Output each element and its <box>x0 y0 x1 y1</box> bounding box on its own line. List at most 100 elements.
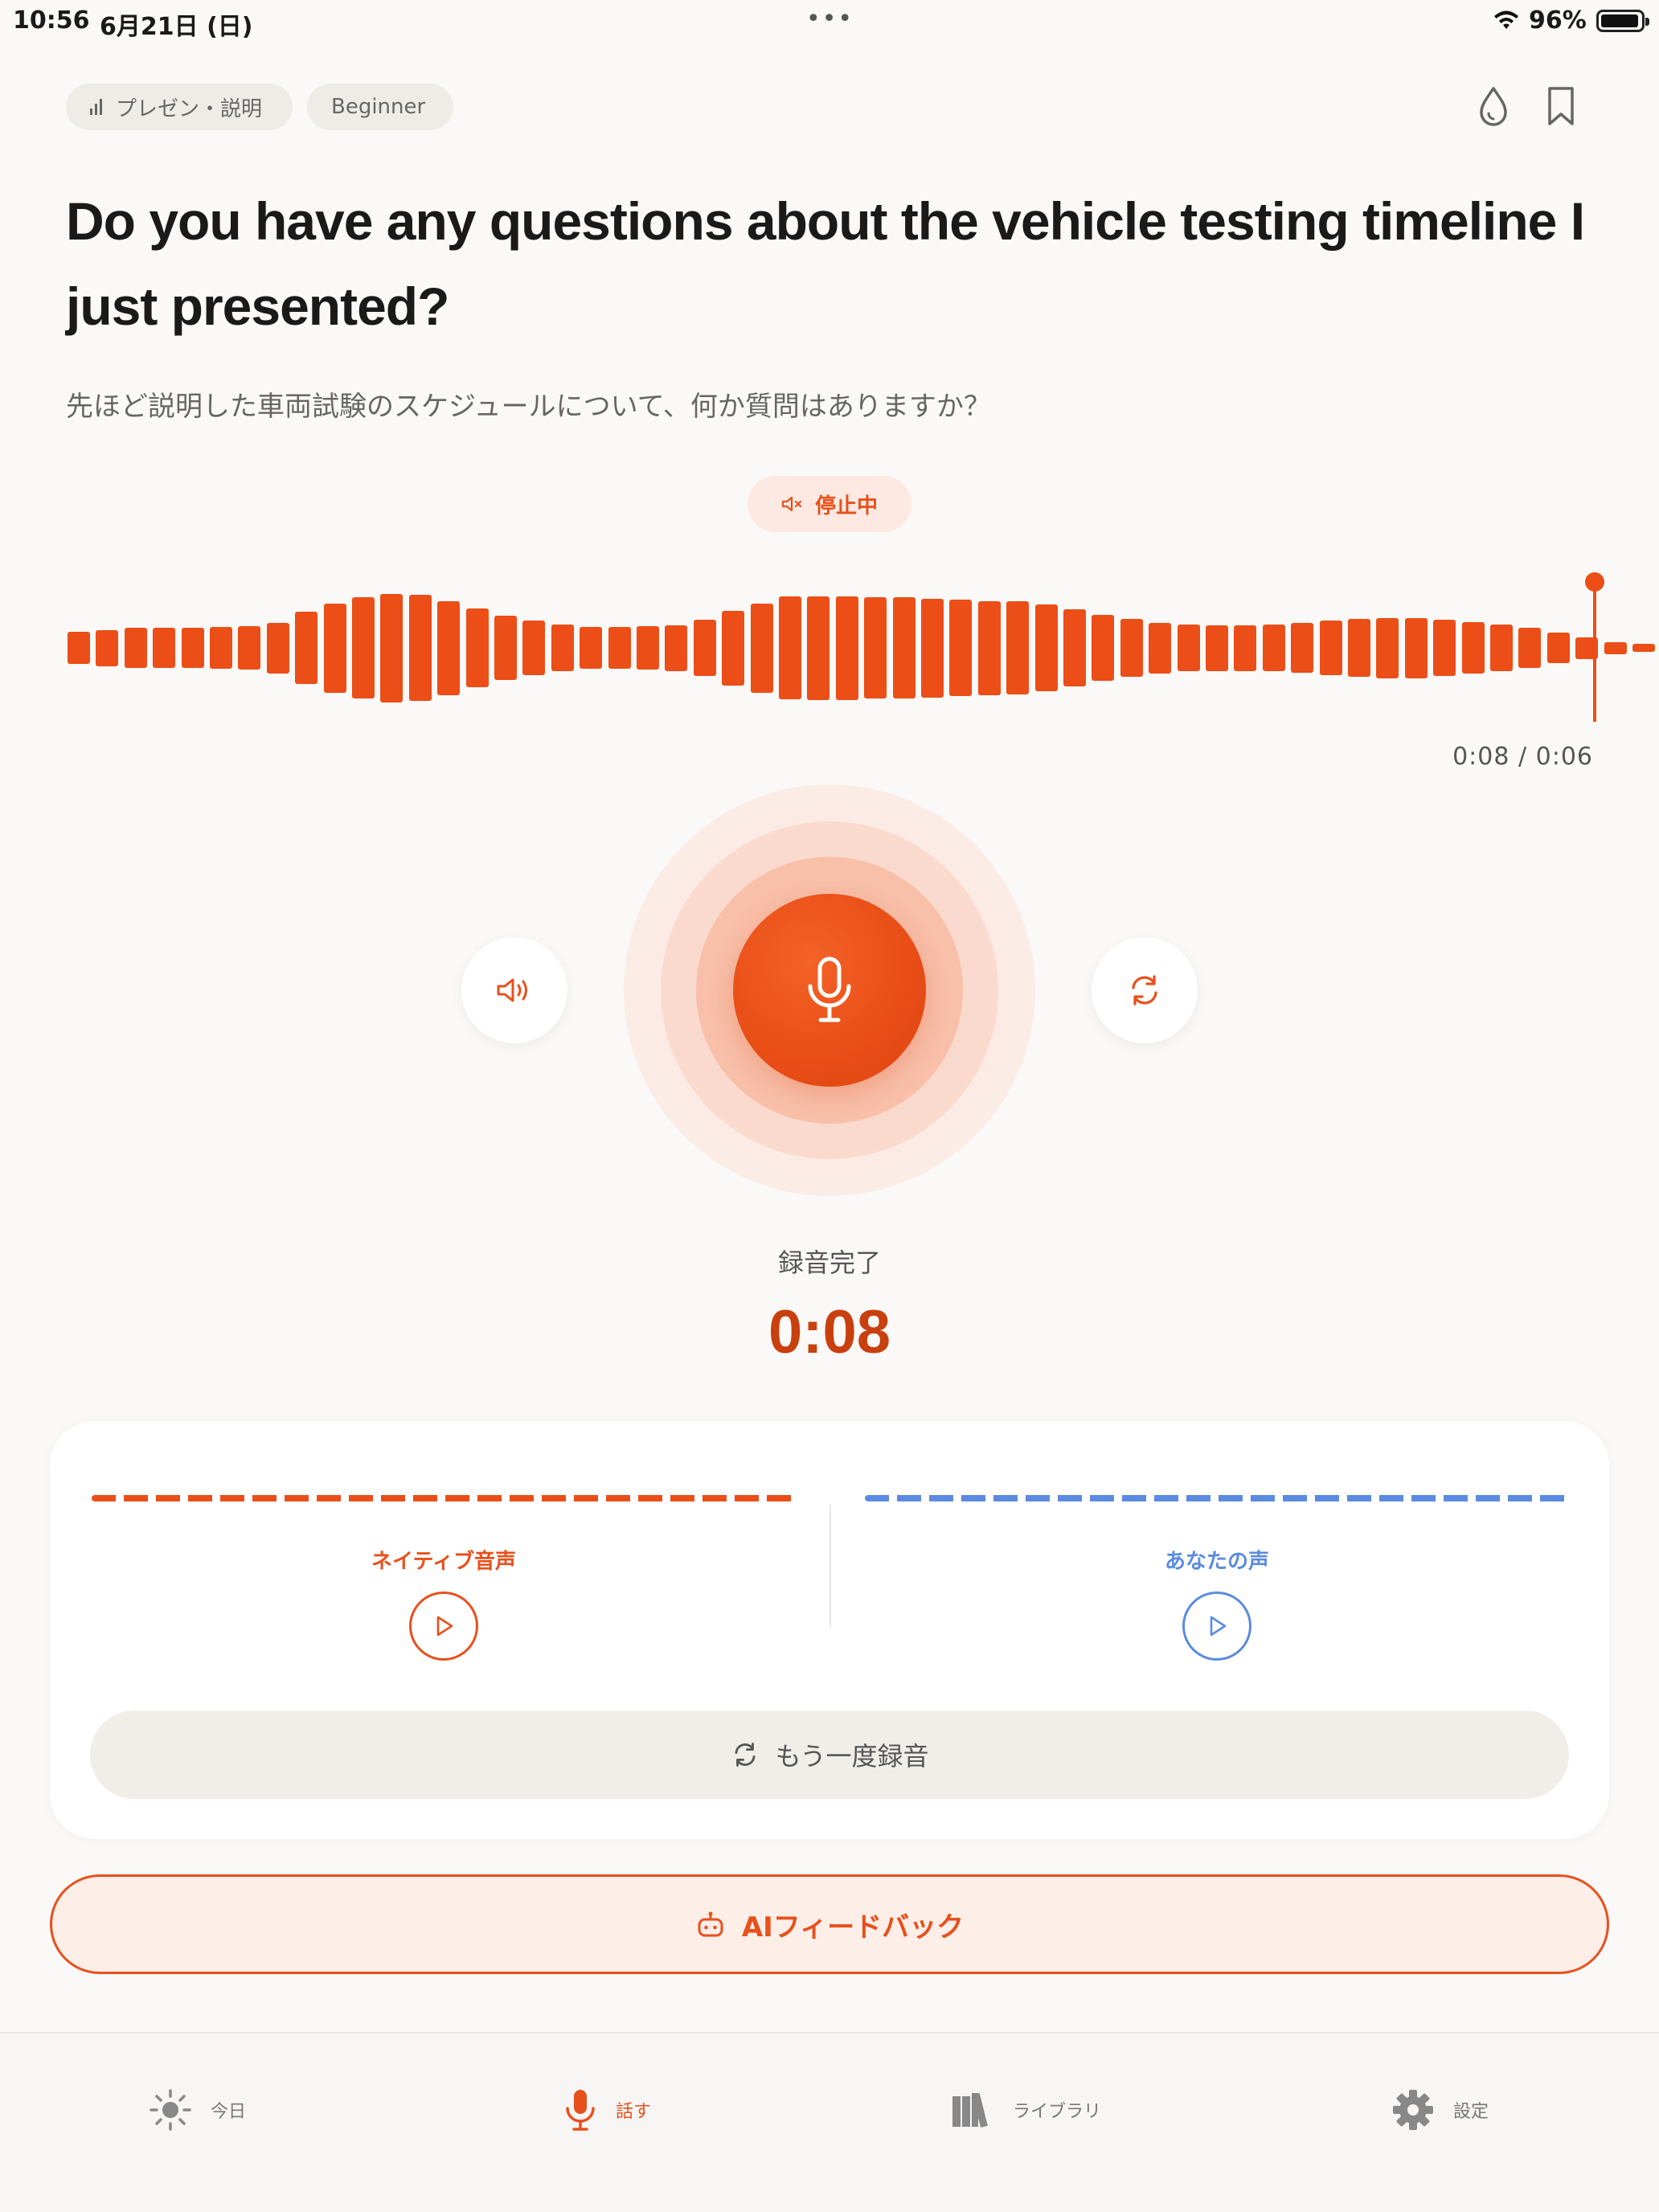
waveform-bar <box>835 596 858 700</box>
waveform-bar <box>266 622 289 674</box>
record-button[interactable] <box>733 894 926 1087</box>
play-icon <box>436 1616 453 1636</box>
wifi-icon <box>1494 10 1518 29</box>
playhead-line[interactable] <box>1593 582 1596 722</box>
mute-icon <box>781 496 802 512</box>
level-tag: Beginner <box>307 84 453 130</box>
waveform-bar <box>124 628 147 668</box>
play-your-voice-button[interactable] <box>1182 1591 1251 1661</box>
time-readout: 0:08 / 0:06 <box>1452 743 1593 771</box>
level-tag-label: Beginner <box>331 95 426 119</box>
waveform-bar <box>1518 628 1542 668</box>
waveform-bar <box>1319 621 1342 675</box>
play-icon <box>1210 1616 1227 1636</box>
waveform[interactable] <box>68 579 1655 723</box>
waveform-bar <box>1092 614 1115 682</box>
waveform-bar <box>1461 621 1485 674</box>
play-native-button[interactable] <box>409 1591 478 1661</box>
battery-icon <box>1596 10 1649 32</box>
waveform-bar <box>238 626 261 670</box>
waveform-bar <box>1348 619 1370 677</box>
waveform-bar <box>1063 609 1086 686</box>
playback-status-label: 停止中 <box>814 494 878 518</box>
books-icon <box>952 2093 988 2128</box>
waveform-bar <box>153 628 176 668</box>
tab-today[interactable]: 今日 <box>148 2082 246 2138</box>
waveform-bar <box>864 597 887 698</box>
recording-status: 録音完了 <box>777 1247 881 1278</box>
waveform-bar <box>921 598 944 698</box>
native-waveform <box>92 1495 796 1501</box>
waveform-bar <box>750 603 773 693</box>
gear-icon <box>1393 2090 1433 2130</box>
ai-feedback-button[interactable]: AIフィードバック <box>50 1874 1609 1974</box>
listen-button[interactable] <box>461 937 567 1043</box>
waveform-bar <box>494 616 517 680</box>
waveform-bar <box>68 631 90 665</box>
multitasking-dots[interactable]: ••• <box>806 5 854 33</box>
waveform-bar <box>1404 617 1428 678</box>
waveform-bar <box>1006 601 1030 694</box>
waveform-bar <box>722 610 745 686</box>
retry-button[interactable] <box>1092 937 1198 1043</box>
waveform-bar <box>1034 604 1058 691</box>
waveform-bar <box>665 625 688 671</box>
waveform-bar <box>779 596 801 699</box>
waveform-bar <box>977 600 1001 695</box>
waveform-bar <box>380 593 403 703</box>
tab-settings[interactable]: 設定 <box>1391 2082 1489 2138</box>
refresh-icon <box>1132 975 1157 1006</box>
rerecord-label: もう一度録音 <box>775 1741 929 1772</box>
native-audio-label: ネイティブ音声 <box>371 1550 516 1574</box>
tab-settings-label: 設定 <box>1453 2102 1489 2122</box>
waveform-bar <box>1262 624 1285 672</box>
waveform-bar <box>949 600 973 696</box>
waveform-bar <box>295 612 318 684</box>
bookmark-icon[interactable] <box>1538 80 1583 132</box>
question-translation: 先ほど説明した車両試験のスケジュールについて、何か質問はありますか？ <box>66 391 991 423</box>
waveform-bar <box>1632 643 1655 653</box>
tab-library-label: ライブラリ <box>1013 2102 1102 2122</box>
waveform-bar <box>608 626 631 670</box>
waveform-bar <box>352 597 375 698</box>
waveform-bar <box>1376 617 1399 678</box>
waveform-bar <box>1291 623 1314 673</box>
ai-feedback-label: AIフィードバック <box>741 1911 965 1944</box>
mic-icon <box>808 956 851 1022</box>
waveform-bar <box>408 595 432 701</box>
waveform-bar <box>551 624 574 672</box>
category-tag: プレゼン・説明 <box>66 84 293 130</box>
recording-duration: 0:08 <box>768 1298 891 1366</box>
status-time: 10:56 <box>13 6 90 35</box>
playback-status-pill: 停止中 <box>748 476 911 532</box>
your-voice-label: あなたの声 <box>1164 1550 1269 1574</box>
waveform-bar <box>210 626 232 670</box>
tab-speak-label: 話す <box>616 2102 652 2122</box>
tab-today-label: 今日 <box>211 2102 247 2122</box>
waveform-bar <box>1490 624 1513 672</box>
waveform-bar <box>465 608 489 687</box>
waveform-bar <box>323 603 346 693</box>
tab-speak[interactable]: 話す <box>563 2082 651 2138</box>
status-date: 6月21日 (日) <box>100 13 253 41</box>
rerecord-button[interactable]: もう一度録音 <box>90 1710 1569 1799</box>
playhead-handle[interactable] <box>1585 572 1604 592</box>
waveform-bar <box>1120 619 1143 677</box>
your-waveform <box>865 1495 1569 1501</box>
waveform-bar <box>1149 622 1172 674</box>
speaker-icon <box>497 978 527 1002</box>
waveform-bar <box>1234 625 1257 671</box>
waveform-bar <box>96 629 119 666</box>
waveform-bar <box>1177 624 1200 672</box>
bar-chart-icon <box>90 99 106 115</box>
tab-bar: 今日 話す ライブラリ 設定 <box>0 2032 1659 2212</box>
sun-icon <box>150 2089 191 2131</box>
drop-icon[interactable] <box>1471 80 1516 132</box>
waveform-bar <box>522 621 546 675</box>
card-divider <box>830 1505 831 1627</box>
waveform-bar <box>892 597 916 698</box>
tab-library[interactable]: ライブラリ <box>950 2082 1101 2138</box>
waveform-bar <box>1546 633 1570 663</box>
robot-icon <box>698 1911 723 1937</box>
waveform-bar <box>181 628 204 668</box>
